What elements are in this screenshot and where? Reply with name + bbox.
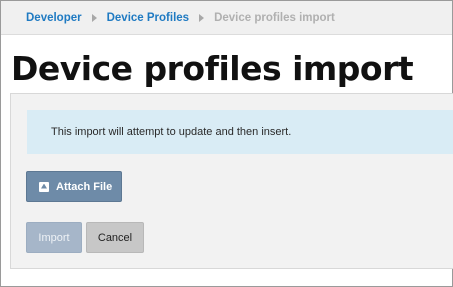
attach-file-label: Attach File — [56, 180, 113, 193]
breadcrumb-current: Device profiles import — [214, 11, 335, 24]
import-button[interactable]: Import — [26, 222, 82, 253]
breadcrumb: Developer Device Profiles Device profile… — [1, 1, 452, 35]
cancel-button[interactable]: Cancel — [86, 222, 144, 253]
info-message: This import will attempt to update and t… — [27, 110, 453, 154]
breadcrumb-device-profiles-link[interactable]: Device Profiles — [107, 12, 189, 24]
info-message-text: This import will attempt to update and t… — [51, 126, 292, 138]
page-title: Device profiles import — [11, 49, 414, 88]
breadcrumb-developer-link[interactable]: Developer — [26, 12, 82, 24]
breadcrumb-arrow-icon — [199, 13, 205, 22]
breadcrumb-arrow-icon — [91, 13, 97, 22]
attach-file-button[interactable]: Attach File — [26, 171, 122, 202]
paperclip-icon — [39, 181, 49, 192]
